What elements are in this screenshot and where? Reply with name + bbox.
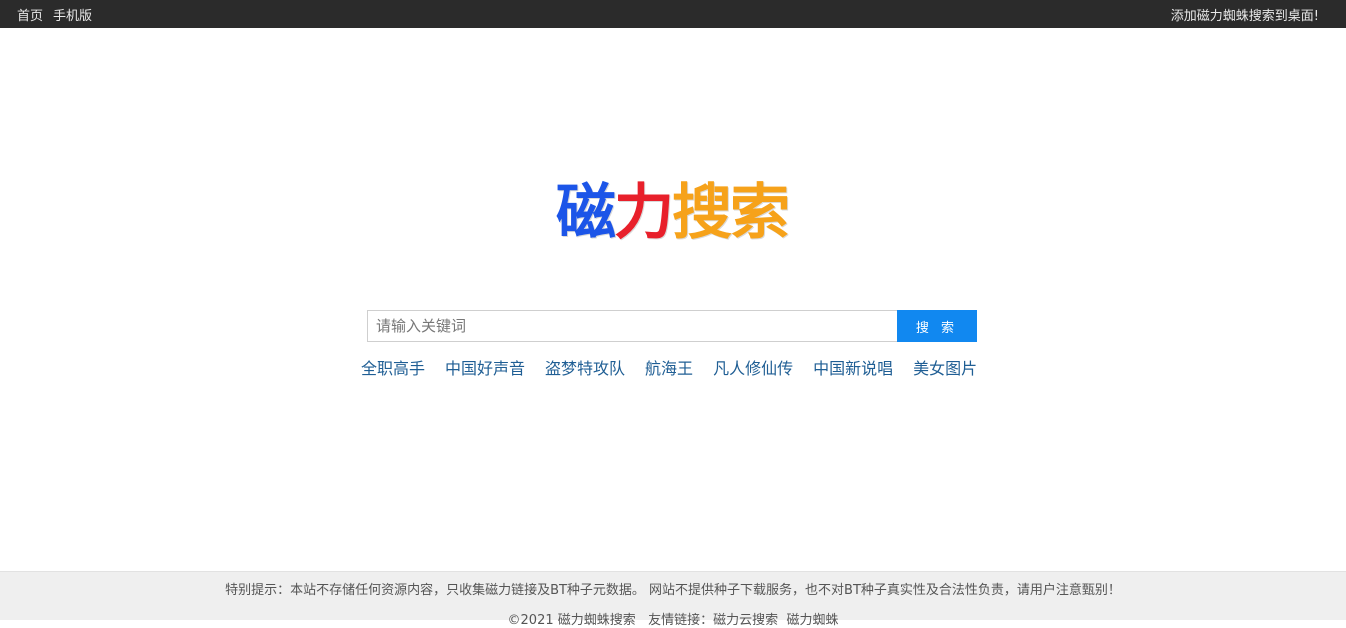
disclaimer-text: 特别提示：本站不存储任何资源内容，只收集磁力链接及BT种子元数据。 网站不提供种… <box>225 583 1121 598</box>
logo-char: 力 <box>614 178 674 248</box>
nav-mobile-link[interactable]: 手机版 <box>53 5 92 24</box>
copyright-line: ©2021 磁力蜘蛛搜索 友情链接：磁力云搜索 磁力蜘蛛 <box>0 609 1346 628</box>
hot-keyword-link[interactable]: 盗梦特攻队 <box>545 355 625 379</box>
search-bar: 搜 索 <box>367 310 977 342</box>
friend-link[interactable]: 磁力蜘蛛 <box>786 613 838 628</box>
site-logo: 磁 力 搜 索 <box>536 178 808 248</box>
friend-links-label: 友情链接： <box>648 613 714 628</box>
search-button[interactable]: 搜 索 <box>897 310 977 342</box>
logo-char: 磁 <box>556 178 616 248</box>
top-nav: 首页 手机版 <box>17 5 92 24</box>
hot-keywords: 全职高手 中国好声音 盗梦特攻队 航海王 凡人修仙传 中国新说唱 美女图片 <box>361 355 991 379</box>
hot-keyword-link[interactable]: 凡人修仙传 <box>713 355 793 379</box>
hot-keyword-link[interactable]: 美女图片 <box>913 355 977 379</box>
nav-home-link[interactable]: 首页 <box>17 5 43 24</box>
add-to-desktop-link[interactable]: 添加磁力蜘蛛搜索到桌面! <box>1171 9 1319 24</box>
copyright-text: ©2021 磁力蜘蛛搜索 <box>507 613 636 628</box>
top-bar: 首页 手机版 添加磁力蜘蛛搜索到桌面! <box>0 0 1346 28</box>
friend-link[interactable]: 磁力云搜索 <box>713 613 778 628</box>
logo-char: 搜 <box>672 178 732 248</box>
hot-keyword-link[interactable]: 全职高手 <box>361 355 425 379</box>
search-input[interactable] <box>367 310 898 342</box>
hot-keyword-link[interactable]: 中国好声音 <box>445 355 525 379</box>
footer: 特别提示：本站不存储任何资源内容，只收集磁力链接及BT种子元数据。 网站不提供种… <box>0 571 1346 628</box>
hot-keyword-link[interactable]: 中国新说唱 <box>813 355 893 379</box>
logo-char: 索 <box>730 178 790 248</box>
hot-keyword-link[interactable]: 航海王 <box>645 355 693 379</box>
